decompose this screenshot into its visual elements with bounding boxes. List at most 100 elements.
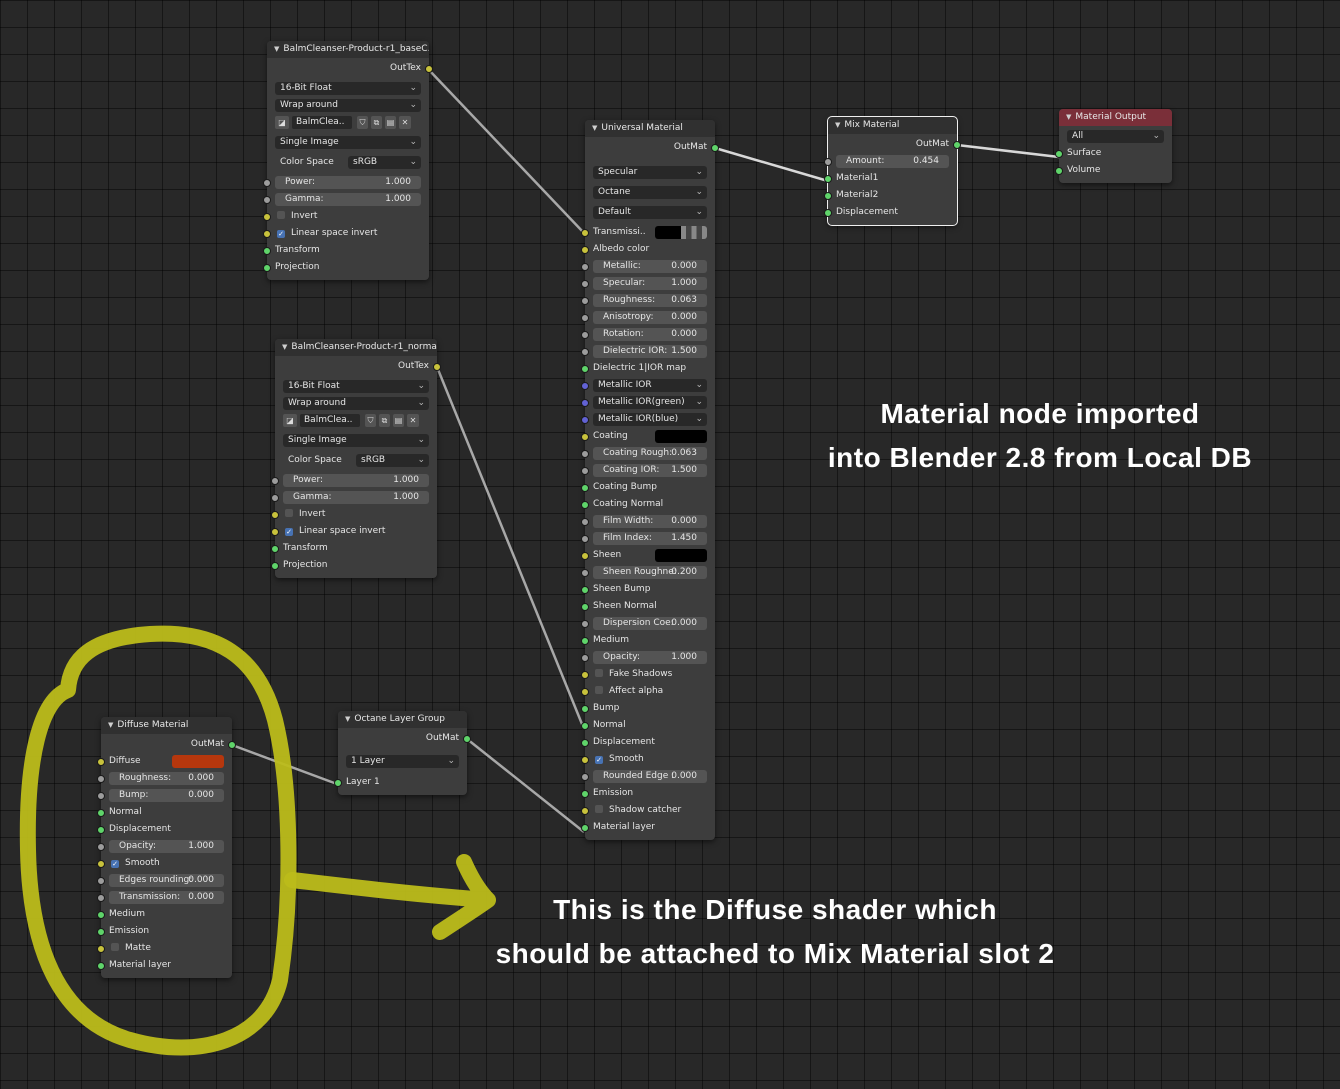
input-socket[interactable] <box>263 230 271 238</box>
input-socket[interactable] <box>581 450 589 458</box>
input-socket[interactable] <box>271 562 279 570</box>
image-type-dropdown[interactable]: Single Image ⌄ <box>283 434 429 447</box>
image-browse-icon[interactable]: ◪ <box>275 116 289 129</box>
layer-mode-dropdown[interactable]: Default ⌄ <box>593 206 707 219</box>
input-socket[interactable] <box>271 511 279 519</box>
input-socket[interactable] <box>581 416 589 424</box>
model-dropdown[interactable]: Octane ⌄ <box>593 186 707 199</box>
input-socket[interactable] <box>581 671 589 679</box>
collapse-icon[interactable]: ▼ <box>1066 109 1071 126</box>
output-socket[interactable] <box>711 144 719 152</box>
linear-invert-checkbox[interactable]: ✓ <box>285 528 293 536</box>
input-socket[interactable] <box>97 775 105 783</box>
input-socket[interactable] <box>824 192 832 200</box>
input-socket[interactable] <box>271 545 279 553</box>
input-socket[interactable] <box>581 722 589 730</box>
opacity-field[interactable]: Opacity: 1.000 <box>593 651 707 664</box>
node-header[interactable]: ▼ BalmCleanser-Product-r1_baseC.. <box>267 41 429 58</box>
dielectric-ior-field[interactable]: Dielectric IOR: 1.500 <box>593 345 707 358</box>
output-socket[interactable] <box>228 741 236 749</box>
image-texture-node-normal[interactable]: ▼ BalmCleanser-Product-r1_norma.. OutTex … <box>271 339 441 578</box>
input-socket[interactable] <box>581 807 589 815</box>
input-socket[interactable] <box>581 331 589 339</box>
power-field[interactable]: Power: 1.000 <box>275 176 421 189</box>
collapse-icon[interactable]: ▼ <box>592 120 597 137</box>
anisotropy-field[interactable]: Anisotropy: 0.000 <box>593 311 707 324</box>
duplicate-icon[interactable]: ⧉ <box>371 116 382 129</box>
node-header[interactable]: ▼ Octane Layer Group <box>338 711 467 728</box>
input-socket[interactable] <box>97 962 105 970</box>
node-header[interactable]: ▼ Diffuse Material <box>101 717 232 734</box>
roughness-field[interactable]: Roughness: 0.063 <box>593 294 707 307</box>
wrap-mode-dropdown[interactable]: Wrap around ⌄ <box>275 99 421 112</box>
input-socket[interactable] <box>581 569 589 577</box>
bit-depth-dropdown[interactable]: 16-Bit Float ⌄ <box>275 82 421 95</box>
edges-rounding-field[interactable]: Edges rounding: 0.000 <box>109 874 224 887</box>
input-socket[interactable] <box>263 264 271 272</box>
input-socket[interactable] <box>97 758 105 766</box>
color-space-dropdown[interactable]: sRGB ⌄ <box>356 454 429 467</box>
input-socket[interactable] <box>581 484 589 492</box>
mix-material-node[interactable]: ▼ Mix Material OutMat Amount: 0.454 Materi… <box>824 116 961 226</box>
input-socket[interactable] <box>824 175 832 183</box>
input-socket[interactable] <box>581 620 589 628</box>
film-width-field[interactable]: Film Width: 0.000 <box>593 515 707 528</box>
layer-count-dropdown[interactable]: 1 Layer ⌄ <box>346 755 459 768</box>
input-socket[interactable] <box>581 229 589 237</box>
input-socket[interactable] <box>581 586 589 594</box>
input-socket[interactable] <box>97 945 105 953</box>
input-socket[interactable] <box>334 779 342 787</box>
matte-checkbox[interactable] <box>111 943 119 951</box>
input-socket[interactable] <box>581 705 589 713</box>
image-file-bar[interactable]: ◪ BalmClea.. ⛉ ⧉ ▤ ✕ <box>275 116 421 129</box>
collapse-icon[interactable]: ▼ <box>108 717 113 734</box>
input-socket[interactable] <box>581 654 589 662</box>
transmission-field[interactable]: Transmission: 0.000 <box>109 891 224 904</box>
input-socket[interactable] <box>581 756 589 764</box>
smooth-checkbox[interactable]: ✓ <box>111 860 119 868</box>
input-socket[interactable] <box>581 518 589 526</box>
image-texture-node-basecolor[interactable]: ▼ BalmCleanser-Product-r1_baseC.. OutTex … <box>263 41 433 280</box>
output-socket[interactable] <box>425 65 433 73</box>
open-folder-icon[interactable]: ▤ <box>385 116 396 129</box>
input-socket[interactable] <box>581 501 589 509</box>
input-socket[interactable] <box>581 263 589 271</box>
metallic-field[interactable]: Metallic: 0.000 <box>593 260 707 273</box>
sheen-swatch[interactable] <box>655 549 707 562</box>
power-field[interactable]: Power: 1.000 <box>283 474 429 487</box>
input-socket[interactable] <box>581 688 589 696</box>
input-socket[interactable] <box>581 535 589 543</box>
fake-user-icon[interactable]: ⛉ <box>357 116 368 129</box>
node-header[interactable]: ▼ BalmCleanser-Product-r1_norma.. <box>275 339 437 356</box>
dispersion-field[interactable]: Dispersion Coe: 0.000 <box>593 617 707 630</box>
input-socket[interactable] <box>581 739 589 747</box>
color-space-dropdown[interactable]: sRGB ⌄ <box>348 156 421 169</box>
close-icon[interactable]: ✕ <box>399 116 411 129</box>
input-socket[interactable] <box>97 809 105 817</box>
input-socket[interactable] <box>263 179 271 187</box>
input-socket[interactable] <box>263 196 271 204</box>
rounded-edge-field[interactable]: Rounded Edge :0.000 <box>593 770 707 783</box>
input-socket[interactable] <box>581 365 589 373</box>
input-socket[interactable] <box>581 297 589 305</box>
input-socket[interactable] <box>97 792 105 800</box>
close-icon[interactable]: ✕ <box>407 414 419 427</box>
node-header[interactable]: ▼ Material Output <box>1059 109 1172 126</box>
invert-checkbox[interactable] <box>277 211 285 219</box>
coating-swatch[interactable] <box>655 430 707 443</box>
input-socket[interactable] <box>271 528 279 536</box>
input-socket[interactable] <box>581 603 589 611</box>
input-socket[interactable] <box>263 213 271 221</box>
fake-user-icon[interactable]: ⛉ <box>365 414 376 427</box>
duplicate-icon[interactable]: ⧉ <box>379 414 390 427</box>
input-socket[interactable] <box>581 314 589 322</box>
amount-field[interactable]: Amount: 0.454 <box>836 155 949 168</box>
input-socket[interactable] <box>581 773 589 781</box>
smooth-checkbox[interactable]: ✓ <box>595 756 603 764</box>
output-socket[interactable] <box>953 141 961 149</box>
image-name-field[interactable]: BalmClea.. <box>292 116 352 129</box>
linear-invert-checkbox[interactable]: ✓ <box>277 230 285 238</box>
diffuse-material-node[interactable]: ▼ Diffuse Material OutMat Diffuse Roughne… <box>97 717 236 978</box>
input-socket[interactable] <box>1055 167 1063 175</box>
bump-field[interactable]: Bump: 0.000 <box>109 789 224 802</box>
